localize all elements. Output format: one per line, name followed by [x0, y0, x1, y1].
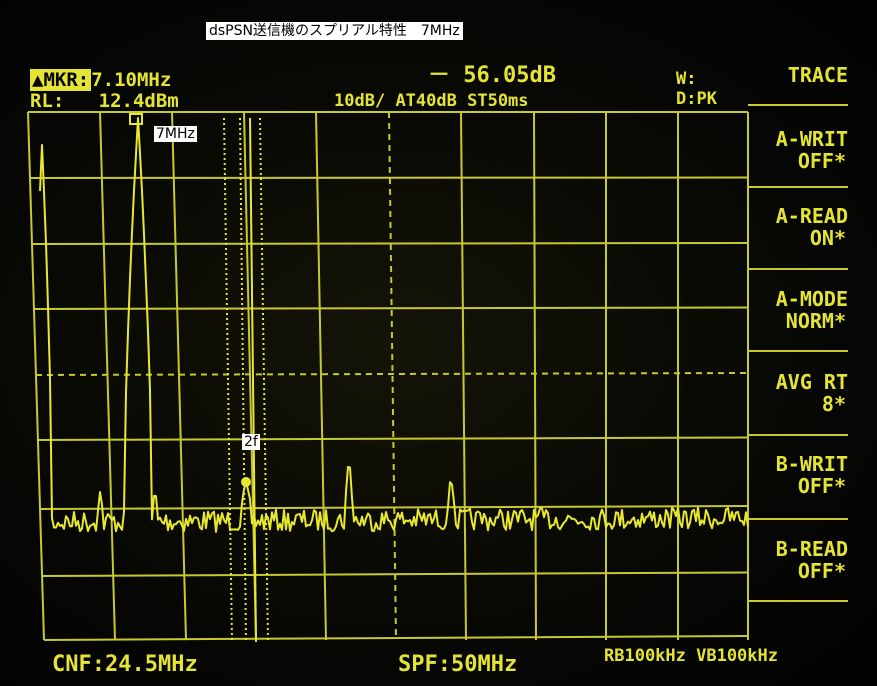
softkey-divider: [748, 600, 848, 602]
grid-line: [31, 242, 749, 245]
sweep-time-readout: ST50ms: [467, 91, 529, 111]
ref-level-readout: RL: 12.4dBm: [30, 91, 179, 111]
softkey-avg-rate[interactable]: AVG RT 8*: [748, 371, 848, 415]
softkey-b-write[interactable]: B-WRIT OFF*: [748, 453, 848, 497]
second-harmonic-label: 2f: [242, 434, 260, 450]
ref-level: 12.4dBm: [98, 90, 179, 112]
harmonic-marker-dot: [241, 477, 251, 487]
grid-line: [171, 111, 187, 641]
marker-window-line: [259, 117, 269, 643]
softkey-state: OFF*: [797, 474, 846, 498]
softkey-divider: [748, 350, 848, 352]
grid-line: [99, 111, 116, 641]
softkey-label: A-MODE: [775, 287, 848, 311]
softkey-divider: [748, 186, 848, 188]
softkey-menu-title: TRACE: [787, 63, 848, 87]
grid-line: [27, 111, 45, 641]
softkey-label: B-READ: [775, 537, 848, 561]
softkey-b-read[interactable]: B-READ OFF*: [748, 538, 848, 582]
grid-line: [460, 111, 467, 641]
softkey-divider: [748, 434, 848, 436]
page-caption: dsPSN送信機のスプリアル特性 7MHz: [206, 22, 463, 40]
softkey-state: NORM*: [785, 309, 846, 333]
marker-tag: ▲MKR:: [30, 69, 92, 91]
softkey-divider: [748, 518, 848, 520]
window-label: W:: [676, 69, 697, 89]
grid-line: [388, 111, 397, 641]
softkey-label: B-WRIT: [775, 452, 848, 476]
fundamental-label: 7MHz: [154, 126, 197, 142]
softkey-state: OFF*: [797, 559, 846, 583]
attenuation-readout: AT40dB: [395, 91, 457, 111]
softkey-state: ON*: [809, 226, 846, 250]
marker-square: [129, 113, 143, 125]
marker-window-line: [223, 117, 233, 643]
settings-readout: 10dB/ AT40dB ST50ms: [334, 92, 529, 110]
grid-line: [29, 176, 749, 179]
softkey-a-write[interactable]: A-WRIT OFF*: [748, 128, 848, 172]
marker-frequency: 7.10MHz: [91, 69, 172, 91]
graticule-grid: [27, 111, 749, 641]
softkey-state: OFF*: [797, 149, 846, 173]
grid-line: [37, 436, 749, 441]
softkey-divider: [748, 268, 848, 270]
softkey-state: 8*: [821, 392, 846, 416]
softkey-a-read[interactable]: A-READ ON*: [748, 205, 848, 249]
marker-readout: ▲MKR: 7.10MHz: [30, 69, 172, 91]
grid-line: [35, 372, 749, 376]
softkey-divider: [748, 104, 848, 106]
grid-line: [33, 306, 749, 310]
ref-label: RL:: [30, 90, 65, 112]
softkey-label: AVG RT: [775, 370, 848, 394]
center-frequency: CNF:24.5MHz: [52, 652, 198, 677]
rbw-vbw-readout: RB100kHz VB100kHz: [604, 646, 778, 666]
grid-line: [43, 635, 749, 641]
grid-line: [533, 111, 537, 641]
softkey-label: A-READ: [775, 204, 848, 228]
detector-readout: D:PK: [676, 89, 717, 109]
scale-readout: 10dB/: [334, 91, 386, 111]
grid-line: [315, 111, 327, 641]
softkey-label: A-WRIT: [775, 127, 848, 151]
span-frequency: SPF:50MHz: [398, 652, 518, 677]
softkey-a-mode[interactable]: A-MODE NORM*: [748, 288, 848, 332]
marker-level: － 56.05dB: [428, 63, 556, 88]
